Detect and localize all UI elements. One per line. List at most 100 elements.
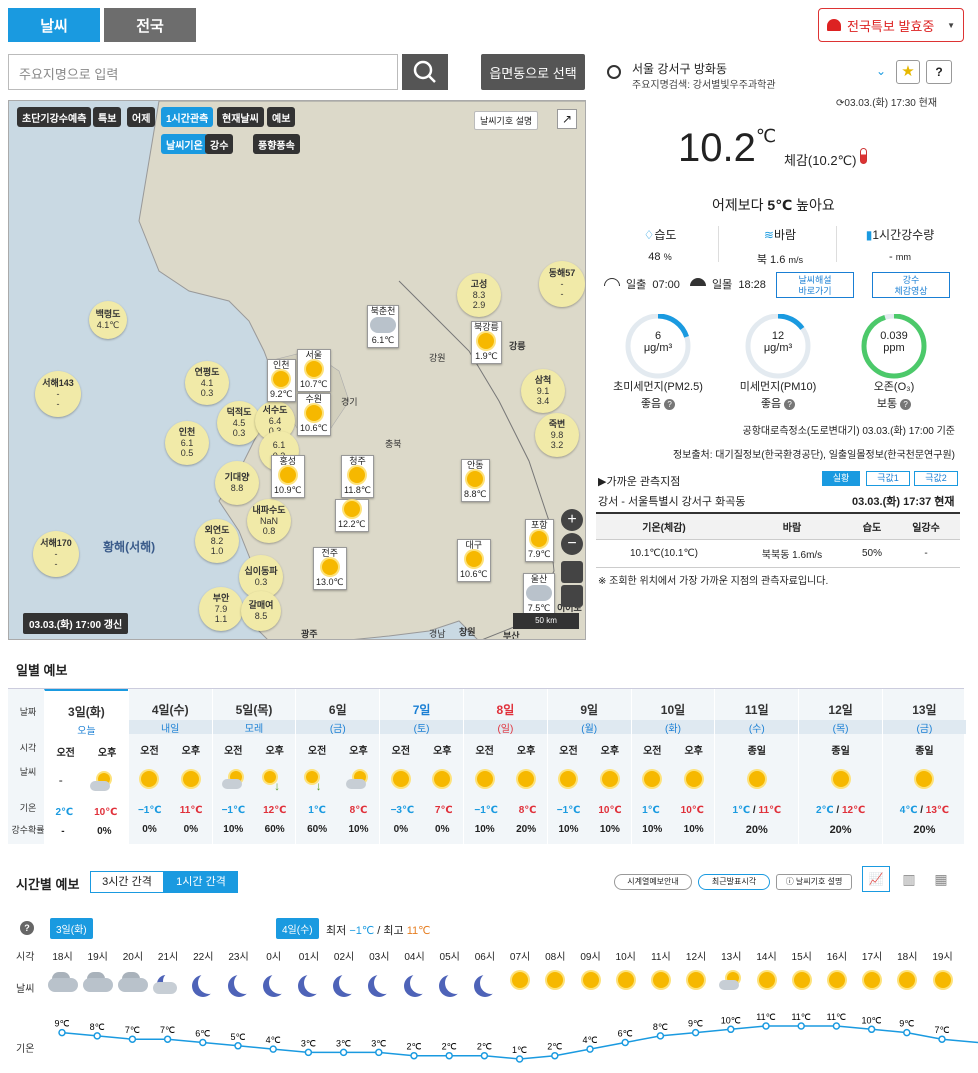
map-btn-yesterday[interactable]: 어제 <box>127 107 156 127</box>
city-card[interactable]: 인천 9.2℃ <box>267 359 296 402</box>
search-input[interactable]: 주요지명으로 입력 <box>8 54 398 90</box>
chevron-down-icon[interactable]: ⌄ <box>876 64 886 78</box>
map-btn-forecast[interactable]: 예보 <box>267 107 296 127</box>
city-card[interactable]: 청주 11.8℃ <box>341 455 374 498</box>
air-grade[interactable]: 좋음 ? <box>608 395 708 411</box>
region-label: 경기 <box>341 397 358 407</box>
rain-video-button[interactable]: 강수 체감영상 <box>872 272 950 298</box>
daily-date: 10일 <box>660 703 686 717</box>
station-bubble[interactable]: 서해170- - <box>33 531 79 577</box>
daily-day-column[interactable]: 13일 (금) 종일 4℃ / 13℃ 20% <box>882 689 966 845</box>
map-layer-button[interactable] <box>561 585 583 607</box>
daily-rain-prob: 0% <box>183 824 199 835</box>
latest-release-button[interactable]: 최근발표시각 <box>698 874 770 890</box>
sun-icon <box>688 972 705 988</box>
daily-day-column[interactable]: 6일 (금) 오전 오후 ↓ 1℃ 8℃ 60% 10% <box>295 689 380 845</box>
daily-rain-prob: 0% <box>393 824 409 835</box>
air-grade[interactable]: 보통 ? <box>844 395 944 411</box>
station-bubble[interactable]: 갈매여 8.5 <box>241 591 281 631</box>
map-btn-weather-temp[interactable]: 날씨기온 <box>161 134 208 154</box>
station-bubble[interactable]: 부안 7.9 1.1 <box>199 587 243 631</box>
station-bubble[interactable]: 연평도 4.1 0.3 <box>185 361 229 405</box>
daily-day-column[interactable]: 12일 (목) 종일 2℃ / 12℃ 20% <box>798 689 882 845</box>
help-button[interactable]: ? <box>926 60 952 84</box>
station-bubble[interactable]: 동해57- - <box>539 261 585 307</box>
nearby-tab-ext2[interactable]: 극값2 <box>914 471 958 486</box>
nearby-tab-now[interactable]: 실황 <box>822 471 860 486</box>
zoom-out-button[interactable]: − <box>561 533 583 555</box>
city-card[interactable]: 12.2℃ <box>335 499 369 532</box>
city-card[interactable]: 포항 7.9℃ <box>525 519 554 562</box>
daily-day-column[interactable]: 8일 (일) 오전 오후 −1℃ 8℃ 10% 20% <box>463 689 547 845</box>
daily-sub: (일) <box>464 720 547 735</box>
timeseries-info-button[interactable]: 시계열예보안내 <box>614 874 692 890</box>
tab-1hour[interactable]: 1시간 간격 <box>164 871 238 893</box>
temp-label: 11℃ <box>756 1012 775 1022</box>
map-btn-current[interactable]: 현재날씨 <box>217 107 264 127</box>
map-tool-button[interactable] <box>561 561 583 583</box>
sun-icon <box>467 470 484 487</box>
station-bubble[interactable]: 인천 6.1 0.5 <box>165 421 209 465</box>
fullscreen-icon[interactable]: ↗ <box>557 109 577 129</box>
daily-time: 오후 <box>181 746 201 757</box>
daily-date: 9일 <box>580 703 599 717</box>
line-chart-view-icon[interactable]: 📈 <box>862 866 890 892</box>
tab-nation[interactable]: 전국 <box>104 8 196 42</box>
map-scale: 50 km <box>513 613 579 629</box>
legend-button[interactable]: ⓘ 날씨기호 설명 <box>776 874 852 890</box>
city-card[interactable]: 전주 13.0℃ <box>313 547 347 590</box>
table-view-icon[interactable]: ▦ <box>928 866 954 892</box>
nearby-tab-ext1[interactable]: 극값1 <box>866 471 910 486</box>
refresh-time[interactable]: ⟳03.03.(화) 17:30 현재 <box>836 94 937 109</box>
daily-row-label: 강수확률 <box>11 825 45 835</box>
map-btn-warning[interactable]: 특보 <box>93 107 122 127</box>
map-btn-rain[interactable]: 강수 <box>205 134 234 154</box>
location-target-icon[interactable] <box>607 65 621 79</box>
daily-day-column[interactable]: 7일 (토) 오전 오후 −3℃ 7℃ 0% 0% <box>379 689 463 845</box>
tab-3hour[interactable]: 3시간 간격 <box>90 871 164 893</box>
daily-day-column[interactable]: 10일 (화) 오전 오후 1℃ 10℃ 10% 10% <box>630 689 715 845</box>
city-card[interactable]: 북강릉 1.9℃ <box>471 321 502 364</box>
air-grade[interactable]: 좋음 ? <box>728 395 828 411</box>
daily-temp: 10℃ <box>94 807 118 818</box>
temp-label: 9℃ <box>899 1019 914 1029</box>
city-card[interactable]: 울산 7.5℃ <box>523 573 555 616</box>
commentary-button[interactable]: 날씨해설 바로가기 <box>776 272 854 298</box>
station-bubble[interactable]: 외연도 8.2 1.0 <box>195 519 239 563</box>
daily-day-column[interactable]: 3일(화) 오늘 오전 오후 - 2℃ 10℃ - 0% <box>44 689 128 845</box>
weather-map[interactable]: 초단기강수예측 특보 어제 1시간관측 현재날씨 예보 날씨기온 강수 풍향풍속… <box>8 100 586 640</box>
hour-label: 23시 <box>228 952 249 963</box>
info-source: 정보출처: 대기질정보(한국환경공단), 일출일몰정보(한국천문연구원) <box>672 450 955 461</box>
nation-alert-button[interactable]: 전국특보 발효중 ▼ <box>818 8 964 42</box>
daily-day-column[interactable]: 9일 (월) 오전 오후 −1℃ 10℃ 10% 10% <box>546 689 631 845</box>
city-card[interactable]: 수원 10.6℃ <box>297 393 331 436</box>
daily-sub: (수) <box>715 720 799 735</box>
city-card[interactable]: 안동 8.8℃ <box>461 459 490 502</box>
station-bubble[interactable]: 죽변 9.8 3.2 <box>535 413 579 457</box>
tab-weather[interactable]: 날씨 <box>8 8 100 42</box>
station-bubble[interactable]: 서해143- - <box>35 371 81 417</box>
map-btn-1h-obs[interactable]: 1시간관측 <box>161 107 214 127</box>
search-button[interactable] <box>402 54 448 90</box>
station-bubble[interactable]: 내파수도 NaN 0.8 <box>247 499 291 543</box>
daily-time: 오전 <box>475 746 494 757</box>
station-bubble[interactable]: 백령도 4.1℃ <box>89 301 127 339</box>
station-bubble[interactable]: 삼척 9.1 3.4 <box>521 369 565 413</box>
city-card[interactable]: 홍성 10.9℃ <box>271 455 305 498</box>
city-card[interactable]: 대구 10.6℃ <box>457 539 491 582</box>
daily-day-column[interactable]: 5일(목) 모레 오전 오후 ↓ −1℃ 12℃ 10% 60% <box>211 689 296 845</box>
daily-day-column[interactable]: 4일(수) 내일 오전 오후 −1℃ 11℃ 0% 0% <box>127 689 212 845</box>
map-legend-help[interactable]: 날씨기호 설명 <box>474 111 539 130</box>
station-bubble[interactable]: 고성 8.3 2.9 <box>457 273 501 317</box>
map-btn-wind[interactable]: 풍향풍속 <box>253 134 300 154</box>
map-btn-nowcast[interactable]: 초단기강수예측 <box>17 107 92 127</box>
station-bubble[interactable]: 기대양 8.8 <box>215 461 259 505</box>
favorite-star-button[interactable]: ★ <box>896 60 920 84</box>
emd-select-button[interactable]: 읍면동으로 선택 <box>481 54 585 90</box>
city-card[interactable]: 북춘천 6.1℃ <box>367 305 399 348</box>
zoom-in-button[interactable]: + <box>561 509 583 531</box>
city-card[interactable]: 서울 10.7℃ <box>297 349 331 392</box>
daily-day-column[interactable]: 11일 (수) 종일 1℃ / 11℃ 20% <box>714 689 799 845</box>
bar-chart-view-icon[interactable]: ▥ <box>896 866 922 892</box>
help-icon[interactable]: ? <box>20 921 34 935</box>
